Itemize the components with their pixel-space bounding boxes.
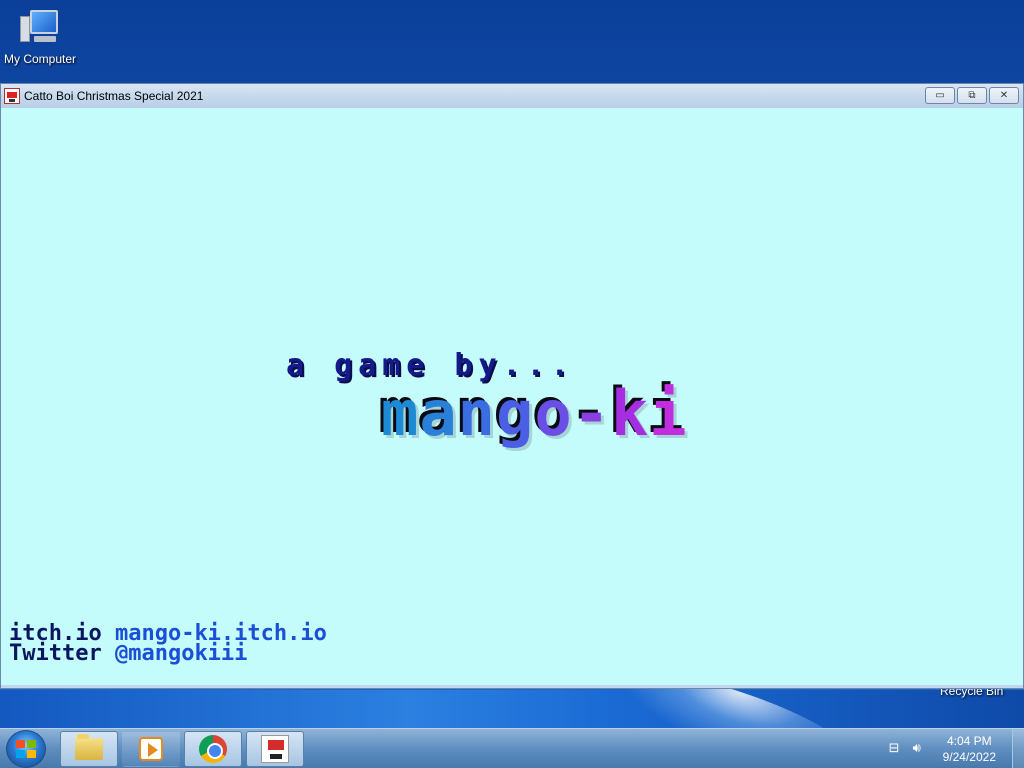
logo-letter: o xyxy=(534,377,573,450)
desktop-icon-label: My Computer xyxy=(3,52,77,66)
game-window: Catto Boi Christmas Special 2021 ▭ ⧉ ✕ a… xyxy=(0,83,1024,689)
minimize-button[interactable]: ▭ xyxy=(925,87,955,104)
taskbar-chrome[interactable] xyxy=(184,731,242,767)
logo-letter: a xyxy=(419,377,458,450)
folder-icon xyxy=(75,734,103,760)
taskbar-explorer[interactable] xyxy=(60,731,118,767)
taskbar-game[interactable] xyxy=(246,731,304,767)
window-controls: ▭ ⧉ ✕ xyxy=(925,87,1019,104)
media-player-icon xyxy=(139,737,163,761)
close-button[interactable]: ✕ xyxy=(989,87,1019,104)
taskbar: ⊟ 🔊︎ 4:04 PM 9/24/2022 xyxy=(0,728,1024,768)
logo-letter: n xyxy=(457,377,496,450)
network-icon[interactable]: ⊟ xyxy=(889,741,905,757)
credit-twitter: Twitter @mangokiii xyxy=(9,643,247,665)
clock[interactable]: 4:04 PM 9/24/2022 xyxy=(943,733,996,765)
credit-twitter-value: @mangokiii xyxy=(114,641,248,666)
window-title: Catto Boi Christmas Special 2021 xyxy=(24,89,204,103)
computer-icon xyxy=(20,6,60,50)
desktop-icon-my-computer[interactable]: My Computer xyxy=(0,6,80,66)
app-icon[interactable] xyxy=(4,88,20,104)
logo-letter: g xyxy=(495,377,535,450)
chrome-icon xyxy=(199,735,227,763)
logo-letter: i xyxy=(649,377,688,450)
show-desktop-button[interactable] xyxy=(1012,729,1024,768)
taskbar-media-player[interactable] xyxy=(122,731,180,767)
window-titlebar[interactable]: Catto Boi Christmas Special 2021 ▭ ⧉ ✕ xyxy=(1,84,1023,108)
windows-logo-icon xyxy=(16,740,36,758)
system-tray: ⊟ 🔊︎ 4:04 PM 9/24/2022 xyxy=(889,729,1024,768)
clock-time: 4:04 PM xyxy=(946,734,992,748)
credit-twitter-label: Twitter xyxy=(9,641,115,666)
logo-letter: m xyxy=(381,377,420,450)
logo-letter: k xyxy=(610,377,650,450)
volume-icon[interactable]: 🔊︎ xyxy=(913,741,929,757)
restore-button[interactable]: ⧉ xyxy=(957,87,987,104)
developer-logo: mango-ki xyxy=(381,383,688,445)
logo-letter: - xyxy=(572,377,611,450)
wallpaper-band xyxy=(0,690,1024,730)
start-button[interactable] xyxy=(6,730,46,768)
game-icon xyxy=(261,735,289,763)
game-canvas[interactable]: a game by... mango-ki itch.io mango-ki.i… xyxy=(1,108,1023,685)
clock-date: 9/24/2022 xyxy=(942,750,996,764)
